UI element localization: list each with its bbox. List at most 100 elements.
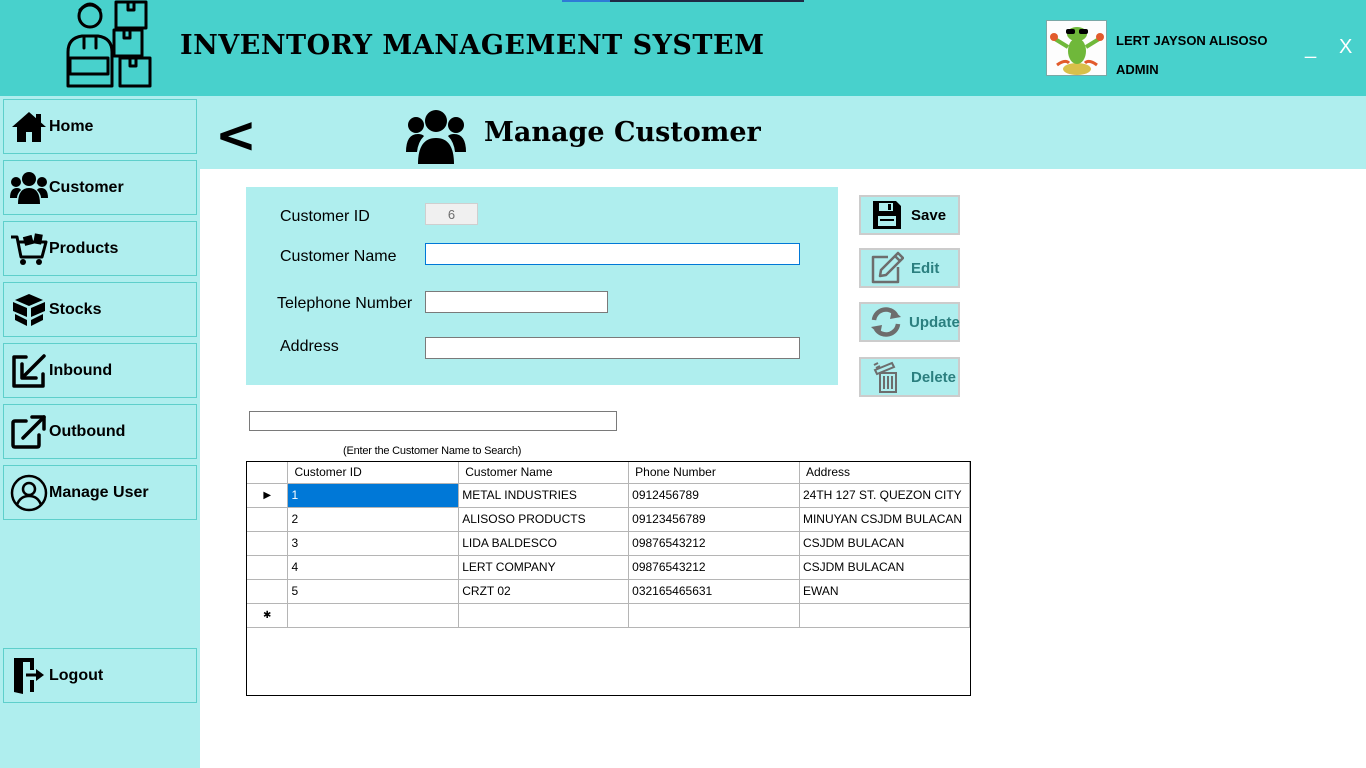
- table-cell[interactable]: ALISOSO PRODUCTS: [458, 507, 630, 532]
- table-cell[interactable]: 24TH 127 ST. QUEZON CITY: [799, 483, 971, 508]
- table-cell[interactable]: CSJDM BULACAN: [799, 531, 971, 556]
- back-button[interactable]: <: [215, 110, 257, 160]
- sidebar-item-label: Manage User: [49, 483, 149, 501]
- sidebar-item-label: Outbound: [49, 422, 126, 440]
- logout-icon: [9, 656, 49, 696]
- boxes-icon: [9, 290, 49, 330]
- telephone-label: Telephone Number: [277, 295, 413, 312]
- inbound-arrow-icon: [9, 351, 49, 391]
- sidebar-item-home[interactable]: Home: [3, 99, 197, 154]
- table-cell[interactable]: [287, 603, 460, 628]
- sidebar-item-outbound[interactable]: Outbound: [3, 404, 197, 459]
- sidebar-item-stocks[interactable]: Stocks: [3, 282, 197, 337]
- customer-id-field[interactable]: [425, 203, 478, 225]
- user-name: LERT JAYSON ALISOSO: [1116, 33, 1268, 48]
- customer-name-label: Customer Name: [280, 248, 397, 265]
- customer-table: Customer ID Customer Name Phone Number A…: [247, 462, 971, 628]
- table-cell[interactable]: [628, 603, 800, 628]
- row-header-corner: [247, 462, 289, 484]
- table-cell[interactable]: MINUYAN CSJDM BULACAN: [799, 507, 971, 532]
- new-row-indicator[interactable]: ✱: [247, 603, 289, 628]
- telephone-field[interactable]: [425, 291, 608, 313]
- table-row[interactable]: 3 LIDA BALDESCO 09876543212 CSJDM BULACA…: [247, 531, 971, 556]
- table-cell[interactable]: 09123456789: [628, 507, 800, 532]
- table-cell[interactable]: CSJDM BULACAN: [799, 555, 971, 580]
- sidebar-item-label: Products: [49, 239, 119, 257]
- table-cell[interactable]: CRZT 02: [458, 579, 630, 604]
- edit-button[interactable]: Edit: [859, 248, 960, 288]
- top-strip: [562, 0, 804, 2]
- table-cell[interactable]: LERT COMPANY: [458, 555, 630, 580]
- table-header-row: Customer ID Customer Name Phone Number A…: [247, 462, 971, 484]
- sidebar-item-customer[interactable]: Customer: [3, 160, 197, 215]
- sidebar-item-label: Customer: [49, 178, 124, 196]
- table-cell[interactable]: 2: [287, 507, 460, 532]
- column-header[interactable]: Customer Name: [458, 462, 630, 484]
- search-input[interactable]: [249, 411, 617, 431]
- table-row[interactable]: 4 LERT COMPANY 09876543212 CSJDM BULACAN: [247, 555, 971, 580]
- sidebar-item-label: Home: [49, 117, 94, 135]
- user-avatar: [1046, 20, 1107, 76]
- floppy-disk-icon: [869, 197, 905, 233]
- table-row[interactable]: ▶ 1 METAL INDUSTRIES 0912456789 24TH 127…: [247, 483, 971, 508]
- table-cell[interactable]: EWAN: [799, 579, 971, 604]
- row-header[interactable]: [247, 555, 289, 580]
- row-header[interactable]: [247, 531, 289, 556]
- sidebar-item-label: Logout: [49, 666, 104, 684]
- frog-avatar-icon: [1047, 21, 1106, 75]
- user-circle-icon: [9, 473, 49, 513]
- row-header[interactable]: [247, 579, 289, 604]
- address-label: Address: [280, 338, 339, 355]
- edit-pencil-icon: [869, 250, 905, 286]
- refresh-icon: [869, 304, 903, 340]
- sidebar-item-label: Stocks: [49, 300, 102, 318]
- table-cell[interactable]: 09876543212: [628, 531, 800, 556]
- page-title: Manage Customer: [484, 117, 761, 148]
- close-button[interactable]: X: [1339, 37, 1352, 57]
- search-hint: (Enter the Customer Name to Search): [343, 445, 522, 457]
- table-cell[interactable]: 09876543212: [628, 555, 800, 580]
- table-cell[interactable]: LIDA BALDESCO: [458, 531, 630, 556]
- table-row[interactable]: 2 ALISOSO PRODUCTS 09123456789 MINUYAN C…: [247, 507, 971, 532]
- table-cell[interactable]: 5: [287, 579, 460, 604]
- column-header[interactable]: Phone Number: [628, 462, 800, 484]
- save-button[interactable]: Save: [859, 195, 960, 235]
- sidebar-item-products[interactable]: Products: [3, 221, 197, 276]
- table-cell[interactable]: [458, 603, 630, 628]
- cart-icon: [9, 229, 49, 269]
- address-field[interactable]: [425, 337, 800, 359]
- update-label: Update: [909, 313, 960, 331]
- sidebar-item-label: Inbound: [49, 361, 113, 379]
- table-cell[interactable]: METAL INDUSTRIES: [458, 483, 630, 508]
- column-header[interactable]: Address: [799, 462, 971, 484]
- edit-label: Edit: [911, 259, 940, 277]
- table-cell[interactable]: 3: [287, 531, 460, 556]
- customer-grid[interactable]: Customer ID Customer Name Phone Number A…: [246, 461, 971, 696]
- current-row-indicator[interactable]: ▶: [247, 483, 289, 508]
- sidebar-item-manage-user[interactable]: Manage User: [3, 465, 197, 520]
- page-title-bar: [200, 96, 1366, 169]
- table-cell[interactable]: 1: [287, 483, 460, 508]
- outbound-arrow-icon: [9, 412, 49, 452]
- inventory-worker-logo-icon: [66, 0, 152, 88]
- sidebar-item-inbound[interactable]: Inbound: [3, 343, 197, 398]
- minimize-button[interactable]: _: [1305, 38, 1316, 58]
- new-row[interactable]: ✱: [247, 603, 971, 628]
- app-title: INVENTORY MANAGEMENT SYSTEM: [180, 30, 765, 61]
- table-cell[interactable]: 032165465631: [628, 579, 800, 604]
- users-icon: [9, 168, 49, 208]
- users-icon: [406, 110, 466, 164]
- table-cell[interactable]: [799, 603, 971, 628]
- update-button[interactable]: Update: [859, 302, 960, 342]
- table-cell[interactable]: 4: [287, 555, 460, 580]
- user-role: ADMIN: [1116, 62, 1159, 77]
- logout-button[interactable]: Logout: [3, 648, 197, 703]
- customer-name-field[interactable]: [425, 243, 800, 265]
- delete-label: Delete: [911, 368, 957, 386]
- column-header[interactable]: Customer ID: [287, 462, 460, 484]
- row-header[interactable]: [247, 507, 289, 532]
- table-cell[interactable]: 0912456789: [628, 483, 800, 508]
- header-bar: INVENTORY MANAGEMENT SYSTEM LERT JAYSON …: [0, 0, 1366, 96]
- delete-button[interactable]: Delete: [859, 357, 960, 397]
- table-row[interactable]: 5 CRZT 02 032165465631 EWAN: [247, 579, 971, 604]
